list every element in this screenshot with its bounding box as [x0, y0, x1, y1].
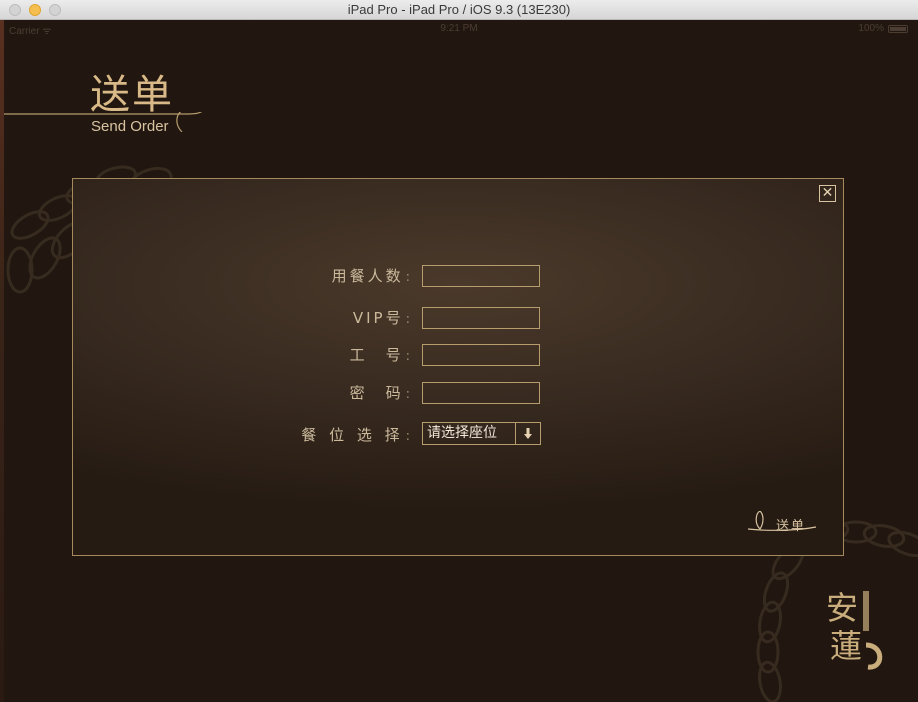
window-titlebar: iPad Pro - iPad Pro / iOS 9.3 (13E230): [0, 0, 918, 20]
seat-select-value: 请选择座位: [427, 425, 497, 441]
label-colon: :: [405, 349, 410, 364]
vip-number-label-text: VIP号: [352, 309, 404, 327]
seat-select-arrow-button[interactable]: [515, 423, 540, 444]
seat-select[interactable]: 请选择座位: [422, 422, 541, 445]
password-label-text: 密 码: [349, 384, 404, 402]
status-bar: Carrier ᯤ 9:21 PM 100%: [0, 20, 918, 40]
restaurant-logo: 安 蓮: [826, 589, 883, 670]
diners-count-label: 用餐人数:: [332, 265, 410, 286]
label-colon: :: [405, 312, 410, 327]
seat-select-label: 餐 位 选 择:: [301, 424, 410, 445]
logo-char-2: 蓮: [830, 627, 862, 665]
battery-percent: 100%: [858, 23, 884, 34]
battery-indicator: 100%: [858, 23, 908, 34]
password-label: 密 码:: [350, 382, 410, 403]
vip-number-label: VIP号:: [353, 307, 410, 328]
window-title: iPad Pro - iPad Pro / iOS 9.3 (13E230): [347, 2, 571, 17]
send-order-panel: ✕ 用餐人数: VIP号: 工 号: 密 码: 餐 位 选 择: 请选择座位 送…: [72, 178, 844, 556]
diners-count-input[interactable]: [422, 265, 540, 287]
label-colon: :: [405, 429, 410, 444]
password-input[interactable]: [422, 382, 540, 404]
label-colon: :: [405, 270, 410, 285]
battery-icon: [888, 24, 908, 33]
employee-id-label: 工 号:: [350, 344, 410, 365]
diners-count-label-text: 用餐人数: [331, 267, 404, 285]
send-order-button[interactable]: 送单: [746, 511, 817, 534]
logo-char-1: 安: [826, 589, 858, 627]
label-colon: :: [405, 387, 410, 402]
employee-id-label-text: 工 号: [349, 346, 404, 364]
status-time: 9:21 PM: [440, 23, 478, 34]
simulator-screen: Carrier ᯤ 9:21 PM 100% 送单 Send Order ✕ 用…: [0, 20, 918, 702]
close-icon: ✕: [821, 185, 834, 201]
leaf-flourish-icon: [747, 511, 817, 531]
seat-select-label-text: 餐 位 选 择: [301, 426, 404, 444]
page-subtitle: Send Order: [91, 118, 169, 135]
close-button[interactable]: ✕: [819, 185, 836, 202]
employee-id-input[interactable]: [422, 344, 540, 366]
arrow-down-icon: [524, 427, 532, 439]
vip-number-input[interactable]: [422, 307, 540, 329]
